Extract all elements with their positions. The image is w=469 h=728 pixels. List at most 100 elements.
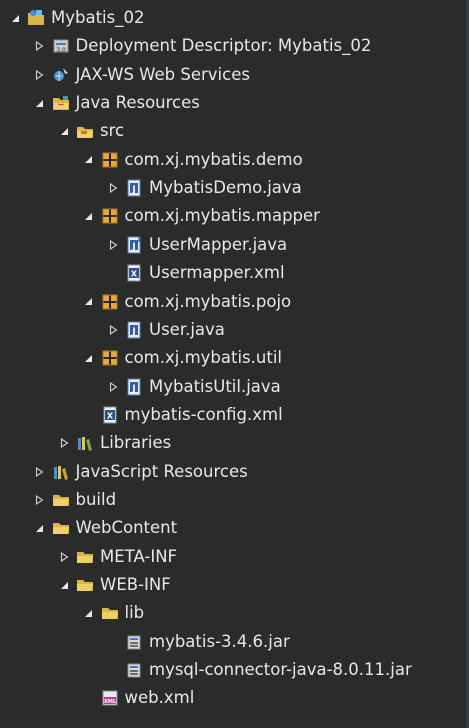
collapse-toggle-icon[interactable] <box>106 373 120 401</box>
tree-item-label: com.xj.mybatis.pojo <box>124 291 292 311</box>
tree-item-label: mysql-connector-java-8.0.11.jar <box>149 660 412 680</box>
collapse-toggle-icon[interactable] <box>57 543 71 571</box>
expand-toggle-icon[interactable] <box>82 288 96 316</box>
tree-row[interactable]: JavaScript Resources <box>33 458 248 486</box>
java-file-icon: J <box>125 378 143 396</box>
svg-text:X: X <box>106 411 113 420</box>
expand-toggle-icon[interactable] <box>82 344 96 372</box>
tree-row[interactable]: com.xj.mybatis.mapper <box>82 202 320 230</box>
tree-row[interactable]: WebContent <box>33 514 177 542</box>
svg-text:X: X <box>131 270 138 279</box>
tree-item-label: src <box>100 121 125 141</box>
deployment-descriptor-icon: 3.0 <box>52 37 70 55</box>
folder-icon <box>76 576 94 594</box>
tree-row[interactable]: mysql-connector-java-8.0.11.jar <box>106 656 412 684</box>
tree-item-label: mybatis-3.4.6.jar <box>149 631 290 651</box>
svg-text:J: J <box>131 185 135 195</box>
tree-item-label: lib <box>124 603 145 623</box>
libraries-icon <box>76 434 94 452</box>
tree-row[interactable]: src <box>57 117 124 145</box>
expand-toggle-icon[interactable] <box>57 571 71 599</box>
web-xml-file-icon: XML <box>101 689 119 707</box>
tree-item-label: JAX-WS Web Services <box>75 64 250 84</box>
tree-row[interactable]: lib <box>82 599 145 627</box>
toggle-spacer <box>106 656 120 684</box>
tree-item-label: build <box>75 489 117 509</box>
project-icon <box>27 9 45 27</box>
expand-toggle-icon[interactable] <box>33 89 47 117</box>
tree-row[interactable]: X Usermapper.xml <box>106 259 285 287</box>
svg-text:J: J <box>131 384 135 394</box>
expand-toggle-icon[interactable] <box>82 599 96 627</box>
java-resources-icon <box>52 94 70 112</box>
tree-row[interactable]: XML web.xml <box>82 684 195 712</box>
toggle-spacer <box>82 401 96 429</box>
svg-text:3.0: 3.0 <box>56 47 66 54</box>
collapse-toggle-icon[interactable] <box>106 231 120 259</box>
xml-file-icon: X <box>125 264 143 282</box>
folder-icon <box>52 491 70 509</box>
collapse-toggle-icon[interactable] <box>33 32 47 60</box>
folder-icon <box>76 548 94 566</box>
svg-text:XML: XML <box>103 699 116 705</box>
tree-item-label: com.xj.mybatis.util <box>124 348 283 368</box>
package-icon <box>101 151 119 169</box>
package-icon <box>101 207 119 225</box>
svg-text:I: I <box>138 236 141 244</box>
tree-row[interactable]: com.xj.mybatis.util <box>82 344 283 372</box>
tree-row[interactable]: J User.java <box>106 316 225 344</box>
tree-row[interactable]: build <box>33 486 117 514</box>
tree-row[interactable]: J I UserMapper.java <box>106 231 287 259</box>
tree-row[interactable]: WEB-INF <box>57 571 171 599</box>
folder-icon <box>101 604 119 622</box>
tree-row[interactable]: JAX-WS Web Services <box>33 61 250 89</box>
collapse-toggle-icon[interactable] <box>33 486 47 514</box>
source-folder-icon <box>76 122 94 140</box>
tree-row[interactable]: J MybatisUtil.java <box>106 373 281 401</box>
tree-item-label: com.xj.mybatis.mapper <box>124 206 320 226</box>
tree-row[interactable]: META-INF <box>57 543 177 571</box>
tree-item-label: Deployment Descriptor: Mybatis_02 <box>75 36 372 56</box>
tree-row[interactable]: Libraries <box>57 429 171 457</box>
tree-item-label: web.xml <box>124 688 195 708</box>
expand-toggle-icon[interactable] <box>33 514 47 542</box>
tree-item-label: MybatisUtil.java <box>149 376 281 396</box>
svg-text:J: J <box>131 327 135 337</box>
tree-row[interactable]: Mybatis_02 <box>8 4 144 32</box>
tree-item-label: Libraries <box>100 433 172 453</box>
tree-item-label: com.xj.mybatis.demo <box>124 149 303 169</box>
tree-row[interactable]: 3.0 Deployment Descriptor: Mybatis_02 <box>33 32 372 60</box>
collapse-toggle-icon[interactable] <box>106 316 120 344</box>
web-services-icon <box>52 66 70 84</box>
package-icon <box>101 293 119 311</box>
expand-toggle-icon[interactable] <box>82 202 96 230</box>
expand-toggle-icon[interactable] <box>57 117 71 145</box>
collapse-toggle-icon[interactable] <box>57 429 71 457</box>
tree-row[interactable]: com.xj.mybatis.pojo <box>82 288 292 316</box>
tree-row[interactable]: J MybatisDemo.java <box>106 174 302 202</box>
expand-toggle-icon[interactable] <box>8 4 22 32</box>
project-explorer-tree: Mybatis_02 3.0 Deployment Descriptor: Myba… <box>0 0 466 728</box>
collapse-toggle-icon[interactable] <box>33 61 47 89</box>
tree-row[interactable]: Java Resources <box>33 89 200 117</box>
toggle-spacer <box>106 628 120 656</box>
tree-item-label: UserMapper.java <box>149 234 288 254</box>
collapse-toggle-icon[interactable] <box>106 174 120 202</box>
tree-row[interactable]: com.xj.mybatis.demo <box>82 146 303 174</box>
svg-text:J: J <box>131 242 135 252</box>
java-interface-file-icon: JI <box>125 236 143 254</box>
expand-toggle-icon[interactable] <box>82 146 96 174</box>
tree-item-label: MybatisDemo.java <box>149 178 302 198</box>
tree-row[interactable]: mybatis-3.4.6.jar <box>106 628 290 656</box>
tree-item-label: JavaScript Resources <box>75 461 248 481</box>
java-file-icon: J <box>125 179 143 197</box>
xml-file-icon: X <box>101 406 119 424</box>
jar-file-icon <box>125 633 143 651</box>
tree-item-label: Usermapper.xml <box>149 263 285 283</box>
tree-item-label: Java Resources <box>75 93 200 113</box>
toggle-spacer <box>106 259 120 287</box>
toggle-spacer <box>82 684 96 712</box>
javascript-resources-icon <box>52 463 70 481</box>
tree-row[interactable]: Xmybatis-config.xml <box>82 401 283 429</box>
collapse-toggle-icon[interactable] <box>33 458 47 486</box>
